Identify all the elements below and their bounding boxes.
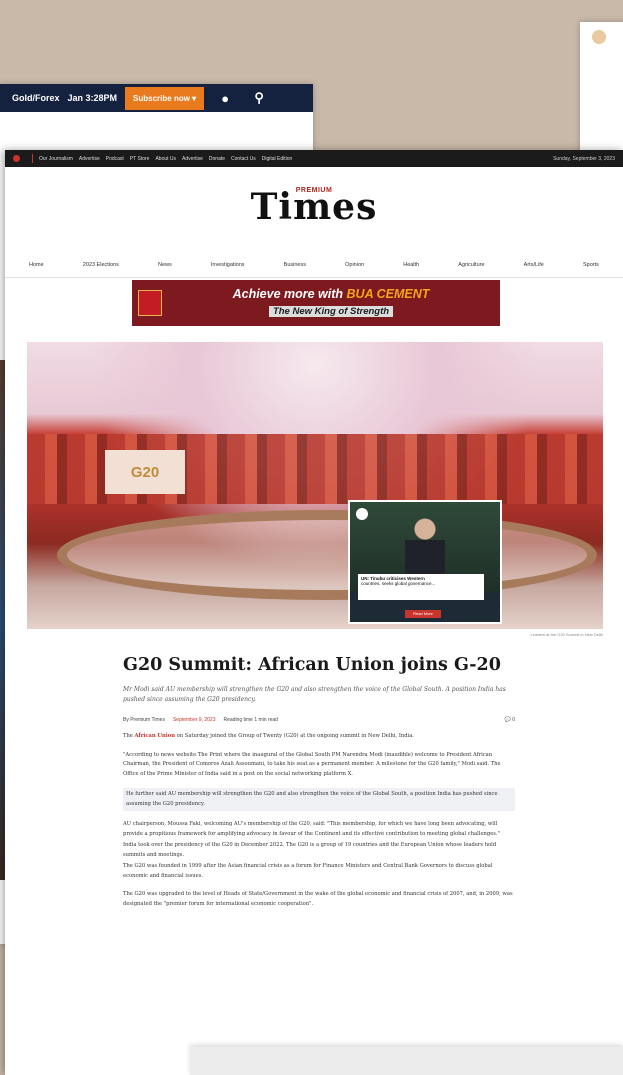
time-label: Jan 3:28PM [67, 93, 118, 103]
nav-item[interactable]: Business [284, 262, 306, 268]
background-window-right [580, 22, 623, 152]
image-caption: Leaders at the G20 Summit in New Delhi [530, 632, 603, 637]
util-link[interactable]: PT Store [130, 156, 150, 162]
g20-sign: G20 [105, 450, 185, 494]
reading-time: Reading time 1 min read [223, 717, 278, 723]
paragraph: "According to news website The Print whe… [123, 751, 501, 777]
nav-item[interactable]: 2023 Elections [83, 262, 119, 268]
paragraph: The G20 was upgraded to the level of Hea… [123, 891, 513, 907]
util-link[interactable]: About Us [155, 156, 176, 162]
util-link[interactable]: Advertise [182, 156, 203, 162]
advert-text: Achieve more with BUA CEMENT The New Kin… [162, 287, 500, 319]
subscribe-button[interactable]: Subscribe now ▾ [125, 86, 205, 110]
paragraph-text: on Saturday joined the Group of Twenty (… [175, 733, 414, 739]
hero-image: G20 [27, 342, 603, 629]
paragraph: India took over the presidency of the G2… [123, 842, 497, 858]
background-topbar: Gold/Forex Jan 3:28PM Subscribe now ▾ ● … [0, 84, 313, 112]
publish-date: September 9, 2023 [172, 717, 216, 723]
bua-logo [138, 290, 162, 316]
util-link[interactable]: Contact Us [231, 156, 256, 162]
current-date: Sunday, September 3, 2023 [553, 155, 615, 162]
channel-logo-icon [356, 508, 368, 520]
search-icon[interactable]: ⚲ [246, 84, 272, 112]
tab-favicon-icon [592, 30, 606, 44]
nav-item[interactable]: Health [403, 262, 419, 268]
gold-forex-label[interactable]: Gold/Forex [12, 93, 60, 103]
advert-headline-prefix: Achieve more with [232, 287, 347, 301]
paragraph-prefix: The [123, 733, 135, 739]
video-popup[interactable]: UN: Tinubu criticises Western countries,… [348, 500, 502, 624]
nav-item[interactable]: Sports [583, 262, 599, 268]
article-title: G20 Summit: African Union joins G-20 [123, 655, 501, 675]
nav-item[interactable]: Opinion [345, 262, 364, 268]
comments-count-value: 0 [512, 717, 515, 723]
g20-sign-text: G20 [130, 463, 160, 481]
author[interactable]: By Premium Times [123, 717, 165, 723]
separator [32, 154, 33, 163]
paragraph: The African Union on Saturday joined the… [123, 732, 515, 742]
video-read-more-button[interactable]: Read More [405, 610, 441, 618]
util-link[interactable]: Advertise [79, 156, 100, 162]
bottom-overlay-panel[interactable] [190, 1047, 623, 1075]
utility-bar: Our Journalism Advertise Podcast PT Stor… [5, 150, 623, 167]
video-caption: UN: Tinubu criticises Western countries,… [358, 574, 484, 600]
conference-table [57, 510, 597, 600]
advert-brand: BUA CEMENT [346, 287, 430, 301]
paragraph-highlighted: He further said AU membership will stren… [123, 788, 515, 811]
main-nav: Home 2023 Elections News Investigations … [5, 253, 623, 278]
masthead[interactable]: PREMIUM Times [5, 167, 623, 239]
nav-item[interactable]: Arts/Life [524, 262, 544, 268]
nav-item[interactable]: Home [29, 262, 44, 268]
article: G20 Summit: African Union joins G-20 Mr … [123, 653, 515, 909]
nav-item[interactable]: Investigations [211, 262, 245, 268]
advert-banner[interactable]: Achieve more with BUA CEMENT The New Kin… [132, 280, 500, 326]
nav-item[interactable]: Agriculture [458, 262, 484, 268]
util-link[interactable]: Donate [209, 156, 225, 162]
user-icon[interactable]: ● [212, 84, 238, 112]
util-link[interactable]: Podcast [106, 156, 124, 162]
comments-count[interactable]: 💬 0 [505, 717, 515, 723]
video-subtitle: countries, seeks global governance... [361, 581, 436, 586]
advert-headline: Achieve more with BUA CEMENT [162, 287, 500, 301]
advert-tagline: The New King of Strength [268, 306, 394, 317]
article-subtitle: Mr Modi said AU membership will strength… [123, 686, 506, 703]
nav-item[interactable]: News [158, 262, 172, 268]
african-union-link[interactable]: African Union [135, 733, 175, 739]
byline: By Premium Times September 9, 2023 Readi… [123, 717, 515, 723]
home-icon[interactable] [13, 155, 20, 162]
site-logo[interactable]: Times [5, 189, 623, 225]
main-browser-window: Our Journalism Advertise Podcast PT Stor… [5, 150, 623, 1075]
util-link[interactable]: Digital Edition [262, 156, 293, 162]
util-link[interactable]: Our Journalism [39, 156, 73, 162]
paragraph: AU chairperson, Moussa Faki, welcoming A… [123, 821, 500, 837]
paragraph: The G20 was founded in 1999 after the As… [123, 863, 493, 879]
